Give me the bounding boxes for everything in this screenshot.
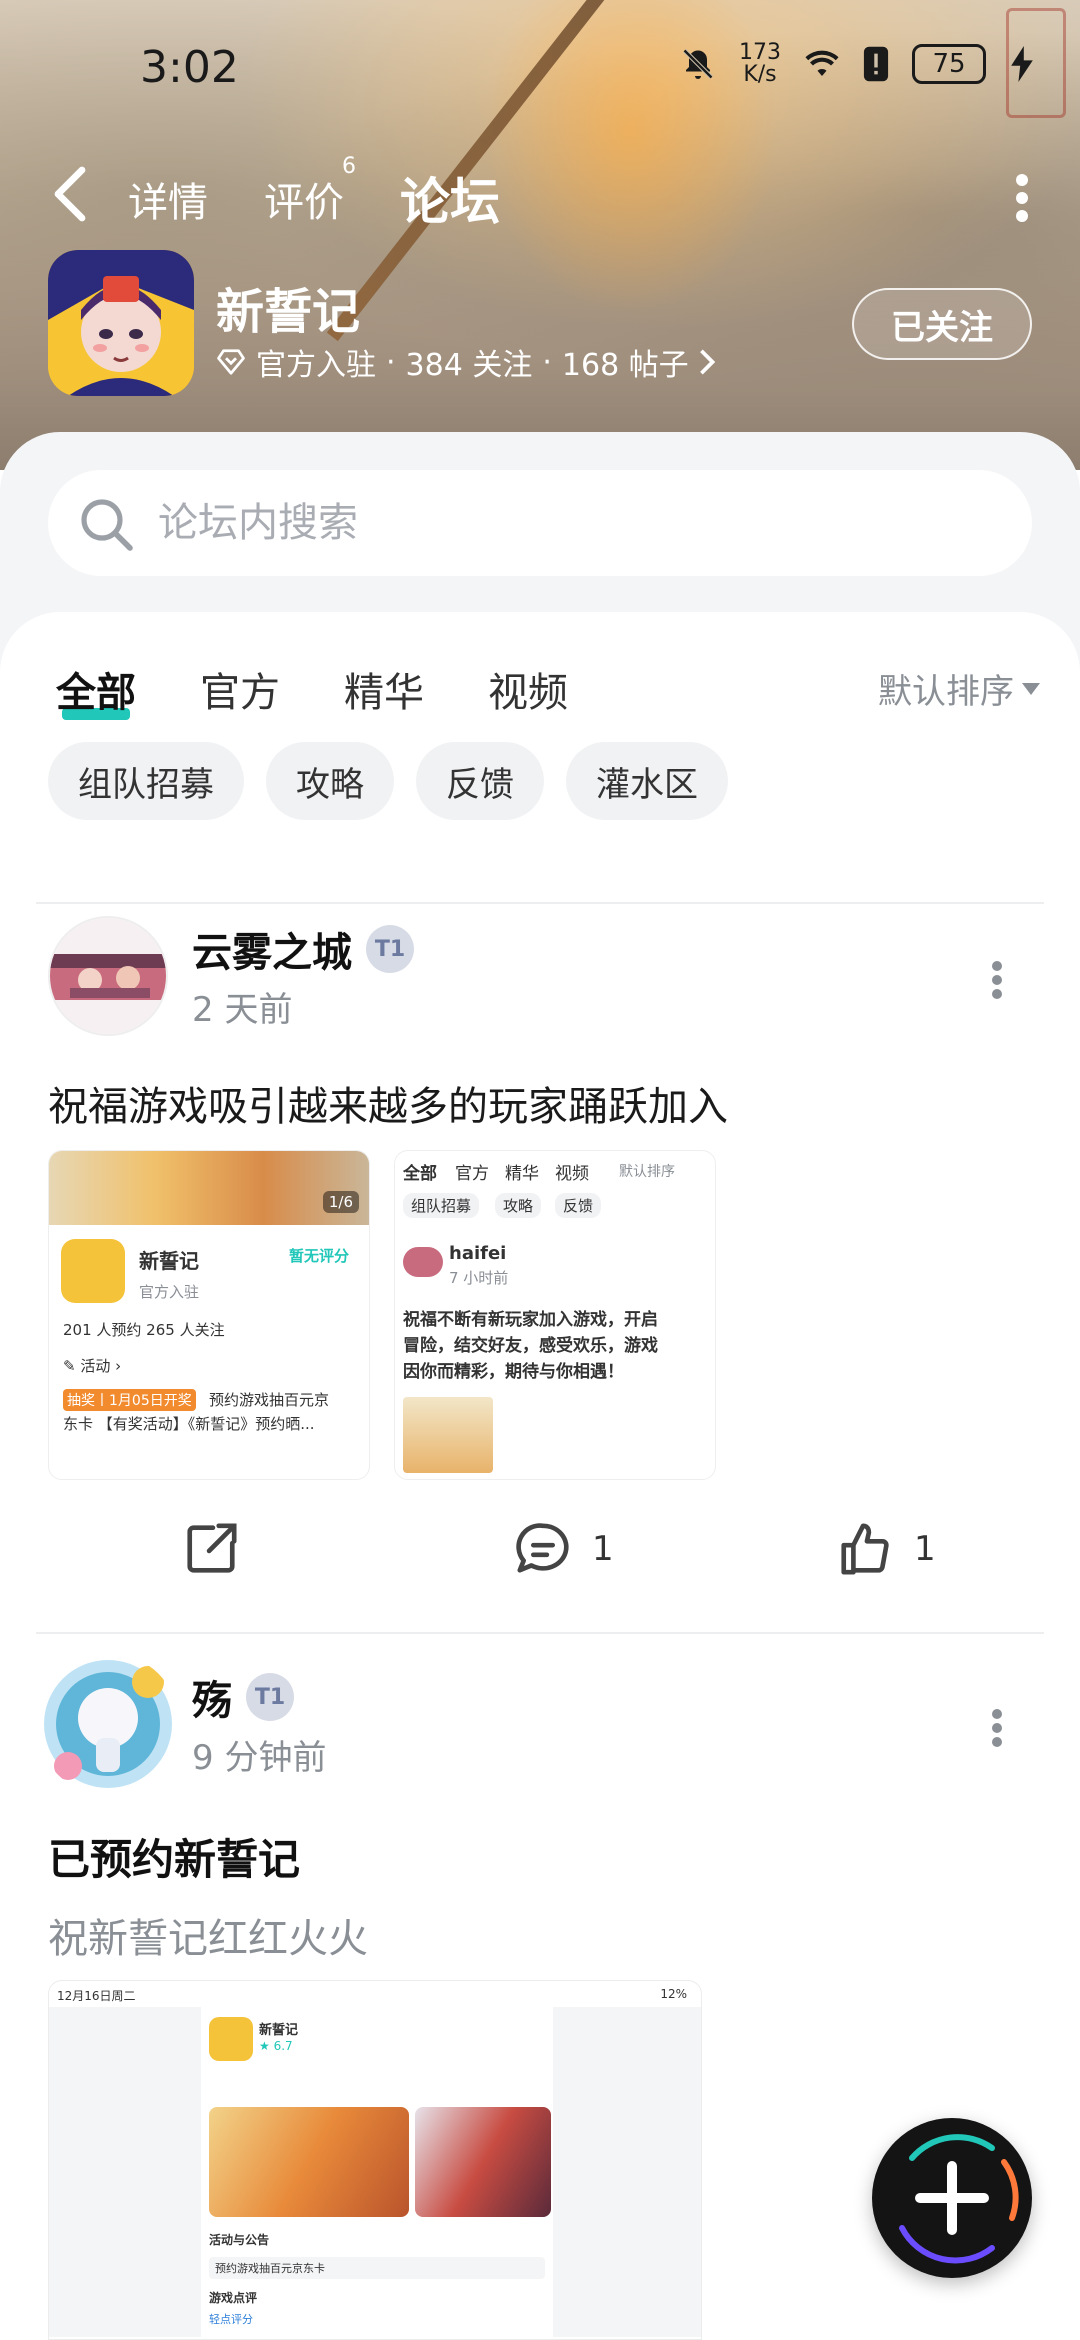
- chevron-right-icon: [699, 349, 715, 375]
- search-bar[interactable]: [48, 470, 1032, 576]
- post-author[interactable]: 殇 T1: [192, 1668, 294, 1726]
- divider: [36, 1632, 1044, 1634]
- share-button[interactable]: [182, 1520, 240, 1578]
- reviews-count-badge: 6: [342, 154, 356, 179]
- post-time: 9 分钟前: [192, 1738, 327, 1778]
- post-time: 2 天前: [192, 990, 293, 1030]
- divider: [36, 902, 1044, 904]
- forum-panel: 全部 官方 精华 视频 默认排序 组队招募 攻略 反馈 灌水区: [0, 432, 1080, 2340]
- game-stats[interactable]: 官方入驻 · 384 关注 · 168 帖子: [216, 340, 715, 384]
- share-icon: [187, 1523, 237, 1573]
- like-count: 1: [914, 1529, 936, 1569]
- post-image[interactable]: 全部 官方 精华 视频 默认排序 组队招募 攻略 反馈 haifei 7 小时前…: [394, 1150, 716, 1480]
- more-options-icon[interactable]: [1012, 172, 1032, 224]
- tab-all[interactable]: 全部: [56, 660, 136, 718]
- wifi-icon: [804, 44, 840, 84]
- mute-bell-icon: [680, 44, 716, 84]
- like-button[interactable]: 1: [836, 1520, 936, 1578]
- chip-guides[interactable]: 攻略: [266, 742, 394, 820]
- post-author[interactable]: 云雾之城 T1: [192, 920, 414, 978]
- chip-feedback[interactable]: 反馈: [416, 742, 544, 820]
- post-image[interactable]: 12月16日周二 12% 新誓记 ★ 6.7 活动与公告 预约游戏抽百元京东卡 …: [48, 1980, 702, 2340]
- chip-team-recruit[interactable]: 组队招募: [48, 742, 244, 820]
- sim-alert-icon: [858, 44, 894, 84]
- network-speed: 173 K/s: [739, 40, 781, 87]
- tab-details[interactable]: 详情: [128, 170, 208, 228]
- post-title[interactable]: 已预约新誓记: [48, 1826, 300, 1887]
- level-badge-icon: T1: [246, 1673, 294, 1721]
- status-bar: 3:02 173 K/s 75: [0, 30, 1080, 110]
- sort-dropdown[interactable]: 默认排序: [878, 664, 1040, 713]
- level-badge-icon: T1: [366, 925, 414, 973]
- create-post-button[interactable]: [872, 2118, 1032, 2278]
- comment-icon: [516, 1523, 569, 1573]
- caret-down-icon: [1022, 682, 1040, 695]
- avatar[interactable]: [48, 916, 168, 1036]
- status-time: 3:02: [140, 42, 239, 93]
- plus-icon: [899, 2134, 1019, 2264]
- search-input[interactable]: [158, 470, 998, 576]
- post-actions: 1 1: [0, 1500, 1080, 1600]
- chip-chat[interactable]: 灌水区: [566, 742, 728, 820]
- forum-header-banner: 3:02 173 K/s 75 详情 评价 6 论坛 新誓记 官方入驻 · 38…: [0, 0, 1080, 470]
- back-arrow-icon[interactable]: [46, 164, 98, 224]
- post-images: 1/6 新誓记 暂无评分 官方入驻 201 人预约 265 人关注 ✎ 活动 ›…: [48, 1150, 716, 1480]
- tab-official[interactable]: 官方: [200, 660, 280, 718]
- tab-featured[interactable]: 精华: [344, 660, 424, 718]
- search-icon: [78, 496, 134, 552]
- post-image[interactable]: 1/6 新誓记 暂无评分 官方入驻 201 人预约 265 人关注 ✎ 活动 ›…: [48, 1150, 370, 1480]
- battery-indicator: 75: [912, 44, 986, 84]
- diamond-verified-icon: [217, 349, 245, 375]
- tab-reviews[interactable]: 评价: [264, 170, 344, 228]
- post-header: 殇 T1 9 分钟前: [44, 1660, 1032, 1794]
- thumbs-up-icon: [841, 1523, 889, 1575]
- topic-chips: 组队招募 攻略 反馈 灌水区: [48, 742, 728, 820]
- mini-banner: [49, 1151, 369, 1225]
- post-subtitle[interactable]: 祝新誓记红红火火: [48, 1906, 368, 1964]
- comment-count: 1: [592, 1529, 614, 1569]
- tab-video[interactable]: 视频: [488, 660, 568, 718]
- top-navigation: 详情 评价 6 论坛: [0, 150, 1080, 240]
- post-more-icon[interactable]: [990, 1708, 1004, 1748]
- category-tabs: 全部 官方 精华 视频 默认排序: [0, 652, 1080, 732]
- tab-forum[interactable]: 论坛: [400, 162, 500, 234]
- avatar[interactable]: [40, 1656, 176, 1792]
- post-body[interactable]: 祝福游戏吸引越来越多的玩家踊跃加入: [48, 1074, 728, 1132]
- follow-button[interactable]: 已关注: [852, 288, 1032, 360]
- post-more-icon[interactable]: [990, 960, 1004, 1000]
- post-header: 云雾之城 T1 2 天前: [48, 916, 1032, 1046]
- mini-game-icon: [61, 1239, 125, 1303]
- comment-button[interactable]: 1: [514, 1520, 614, 1578]
- game-info: 新誓记 官方入驻 · 384 关注 · 168 帖子 已关注: [0, 250, 1080, 400]
- game-title: 新誓记: [216, 284, 361, 340]
- charging-bolt-icon: [1004, 44, 1040, 84]
- game-icon[interactable]: [48, 250, 194, 396]
- status-icons: 173 K/s 75: [680, 42, 1040, 86]
